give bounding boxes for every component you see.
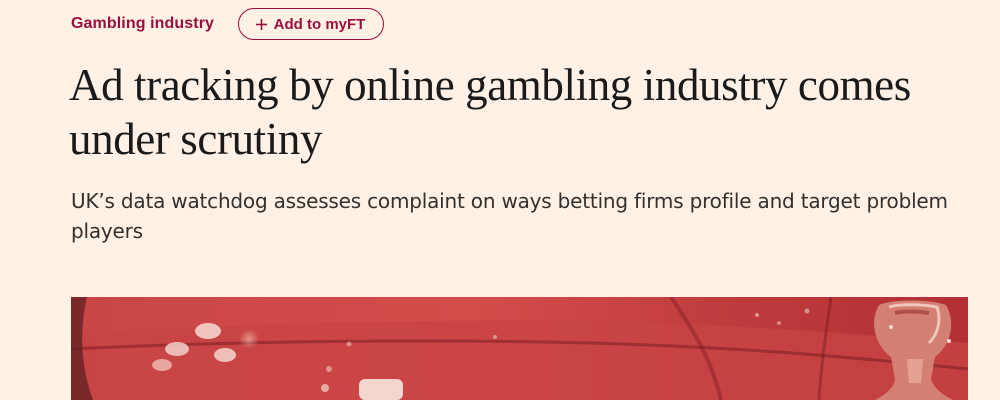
article-standfirst: UK’s data watchdog assesses complaint on… bbox=[71, 189, 948, 243]
add-to-myft-button[interactable]: Add to myFT bbox=[238, 8, 384, 40]
article-headline: Ad tracking by online gambling industry … bbox=[69, 60, 911, 164]
topic-link-gambling-industry[interactable]: Gambling industry bbox=[71, 16, 214, 32]
hero-image bbox=[71, 297, 968, 400]
topic-row: Gambling industry bbox=[71, 7, 214, 41]
add-to-myft-label: Add to myFT bbox=[273, 15, 366, 33]
plus-icon bbox=[255, 18, 268, 31]
